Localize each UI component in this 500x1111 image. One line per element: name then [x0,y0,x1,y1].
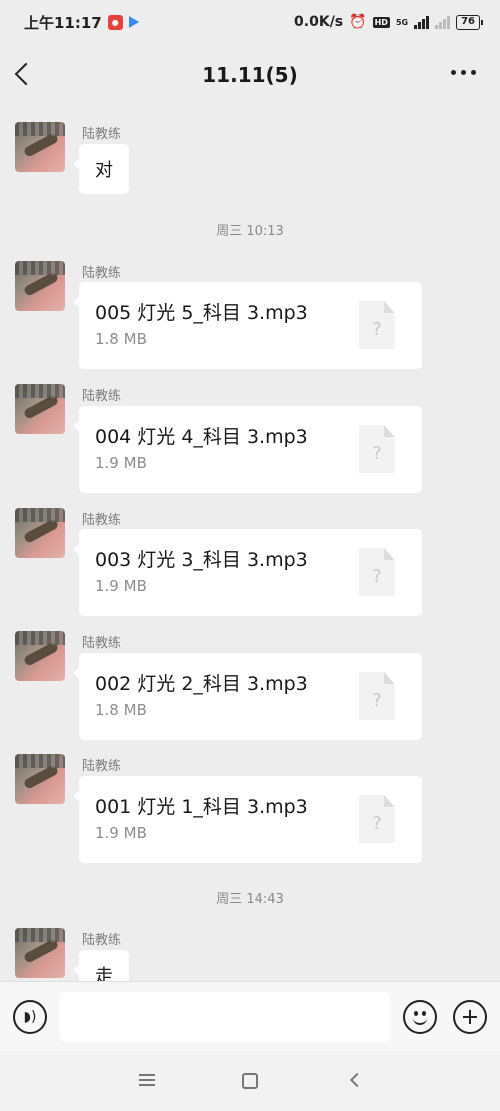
message-text: 对 [95,160,113,181]
system-nav-bar [0,1051,500,1111]
file-bubble[interactable]: 003 灯光 3_科目 3.mp3 1.9 MB ? [73,529,422,616]
menu-icon[interactable] [139,1074,155,1087]
avatar[interactable] [15,261,65,311]
sender-name: 陆教练 [82,759,122,774]
unknown-file-icon: ? [359,425,395,473]
message-input[interactable] [60,992,390,1042]
sender-name: 陆教练 [82,513,122,528]
chat-title: 11.11(5) [202,63,298,87]
voice-icon[interactable]: ◗) [13,1000,47,1034]
battery-icon: 76 [456,14,483,30]
play-store-icon [128,16,139,28]
file-icon-glyph: ? [372,813,382,834]
file-icon-glyph: ? [372,443,382,464]
network-speed: 0.0K/s [294,14,344,30]
file-bubble[interactable]: 005 灯光 5_科目 3.mp3 1.8 MB ? [73,282,422,369]
chat-header: 11.11(5) [0,44,500,106]
more-dots-icon[interactable] [451,70,476,75]
sender-name: 陆教练 [82,127,122,142]
avatar[interactable] [15,384,65,434]
file-icon-glyph: ? [372,690,382,711]
file-size: 1.9 MB [95,577,147,595]
unknown-file-icon: ? [359,301,395,349]
file-bubble[interactable]: 002 灯光 2_科目 3.mp3 1.8 MB ? [73,653,422,740]
sender-name: 陆教练 [82,933,122,948]
avatar[interactable] [15,754,65,804]
file-size: 1.8 MB [95,701,147,719]
unknown-file-icon: ? [359,672,395,720]
file-icon-glyph: ? [372,319,382,340]
file-bubble[interactable]: 004 灯光 4_科目 3.mp3 1.9 MB ? [73,406,422,493]
unknown-file-icon: ? [359,548,395,596]
signal-secondary-icon [435,15,451,29]
avatar[interactable] [15,122,65,172]
avatar[interactable] [15,928,65,978]
network-type: 5G [395,17,409,27]
file-bubble[interactable]: 001 灯光 1_科目 3.mp3 1.9 MB ? [73,776,422,863]
status-time: 上午11:17 [24,13,102,32]
avatar[interactable] [15,508,65,558]
sender-name: 陆教练 [82,636,122,651]
status-bar: 上午11:17 ● 0.0K/s ⏰ HD 5G 76 [0,0,500,44]
text-bubble[interactable]: 对 [73,144,129,194]
file-name: 003 灯光 3_科目 3.mp3 [95,549,308,571]
file-size: 1.9 MB [95,454,147,472]
chat-area[interactable]: 陆教练 对 周三 10:13 陆教练 005 灯光 5_科目 3.mp3 1.8… [0,106,500,981]
chevron-left-icon[interactable] [14,62,38,86]
sender-name: 陆教练 [82,266,122,281]
file-name: 005 灯光 5_科目 3.mp3 [95,302,308,324]
signal-icon [414,15,430,29]
plus-icon[interactable] [453,1000,487,1034]
app-notification-icon: ● [107,14,123,30]
battery-level: 76 [461,15,475,27]
text-bubble[interactable]: 走 [73,950,129,981]
avatar[interactable] [15,631,65,681]
hd-badge: HD [372,16,390,28]
timestamp: 周三 14:43 [216,892,284,907]
message-text: 走 [95,966,113,981]
file-size: 1.9 MB [95,824,147,842]
file-icon-glyph: ? [372,566,382,587]
file-name: 001 灯光 1_科目 3.mp3 [95,796,308,818]
timestamp: 周三 10:13 [216,224,284,239]
emoji-icon[interactable] [403,1000,437,1034]
input-bar: ◗) [0,981,500,1051]
sender-name: 陆教练 [82,389,122,404]
file-name: 004 灯光 4_科目 3.mp3 [95,426,308,448]
alarm-icon: ⏰ [349,14,367,30]
back-icon[interactable] [349,1072,365,1088]
unknown-file-icon: ? [359,795,395,843]
home-icon[interactable] [242,1073,258,1089]
file-size: 1.8 MB [95,330,147,348]
file-name: 002 灯光 2_科目 3.mp3 [95,673,308,695]
